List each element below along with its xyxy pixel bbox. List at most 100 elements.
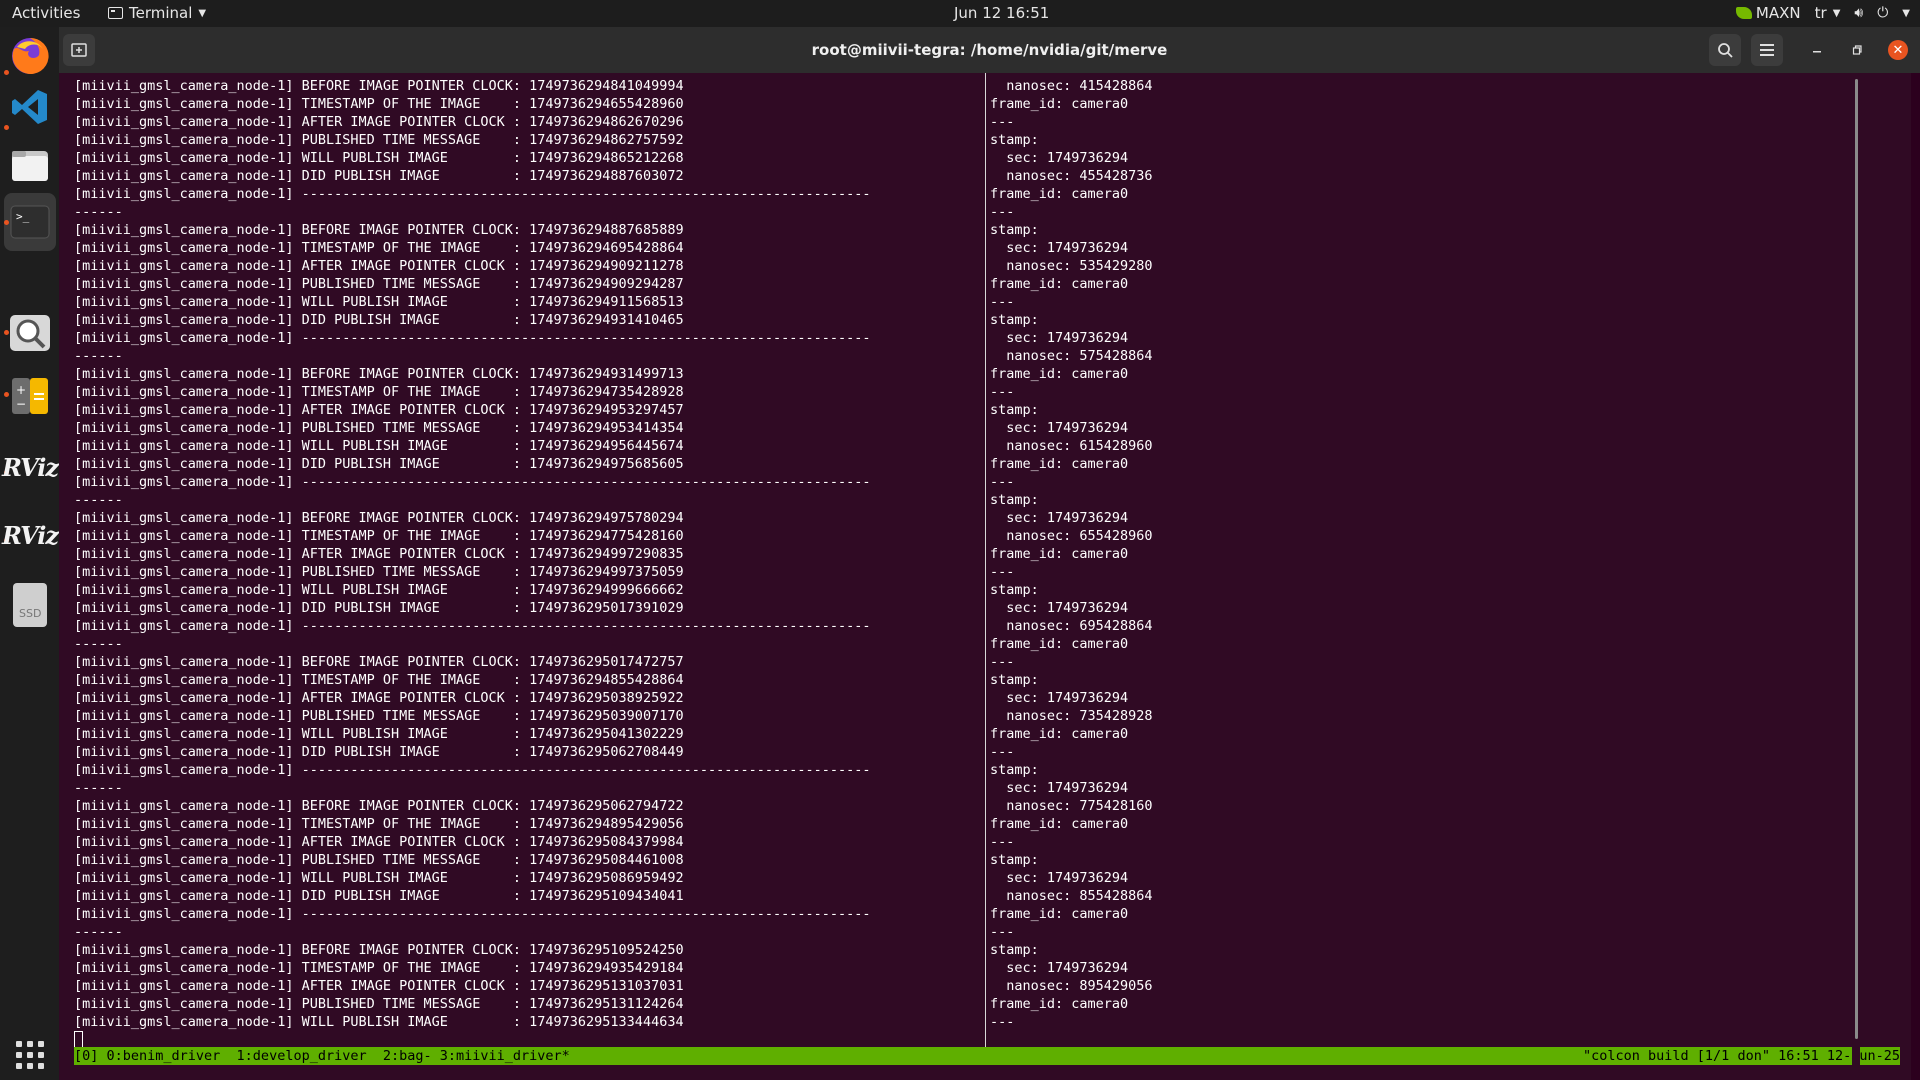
terminal-line: [miivii_gmsl_camera_node-1] PUBLISHED TI…	[74, 564, 684, 580]
terminal-line: ------	[74, 636, 123, 652]
nvidia-power-mode[interactable]: MAXN	[1735, 4, 1801, 22]
terminal-line: ---	[990, 654, 1015, 670]
terminal-line: [miivii_gmsl_camera_node-1] TIMESTAMP OF…	[74, 96, 684, 112]
terminal-line: [miivii_gmsl_camera_node-1] BEFORE IMAGE…	[74, 942, 684, 958]
terminal-line: stamp:	[990, 402, 1039, 418]
menu-button[interactable]	[1751, 34, 1783, 66]
power-icon[interactable]: ⏻	[1877, 5, 1888, 21]
terminal-line: [miivii_gmsl_camera_node-1] AFTER IMAGE …	[74, 546, 684, 562]
terminal-line: [miivii_gmsl_camera_node-1] DID PUBLISH …	[74, 312, 684, 328]
terminal-line: sec: 1749736294	[990, 870, 1129, 886]
restore-button[interactable]	[1841, 34, 1873, 66]
terminal-line: stamp:	[990, 312, 1039, 328]
terminal-line: nanosec: 895429056	[990, 978, 1153, 994]
power-mode-label: MAXN	[1755, 4, 1801, 22]
terminal-line: [miivii_gmsl_camera_node-1] PUBLISHED TI…	[74, 996, 684, 1012]
clock[interactable]: Jun 12 16:51	[954, 4, 1049, 22]
ssd-drive-icon[interactable]: SSD	[8, 583, 52, 627]
rviz-label: RViz	[1, 520, 59, 550]
vscode-icon[interactable]	[8, 85, 52, 129]
terminal-small-icon	[108, 7, 123, 19]
rviz-icon[interactable]: RViz	[2, 513, 59, 557]
magnifier-app-icon[interactable]	[8, 311, 52, 355]
terminal-line: [miivii_gmsl_camera_node-1] WILL PUBLISH…	[74, 582, 684, 598]
terminal-line: ---	[990, 834, 1015, 850]
terminal-line: ---	[990, 384, 1015, 400]
tmux-pane-left[interactable]: [miivii_gmsl_camera_node-1] BEFORE IMAGE…	[74, 77, 1042, 1047]
terminal-line: [miivii_gmsl_camera_node-1] TIMESTAMP OF…	[74, 240, 684, 256]
terminal-line: nanosec: 855428864	[990, 888, 1153, 904]
terminal-line: frame_id: camera0	[990, 186, 1129, 202]
terminal-line: sec: 1749736294	[990, 240, 1129, 256]
pane-divider[interactable]	[985, 73, 986, 1048]
svg-text:>_: >_	[16, 210, 30, 223]
scrollbar-thumb[interactable]	[1855, 79, 1858, 1039]
terminal-line: nanosec: 655428960	[990, 528, 1153, 544]
show-apps-icon[interactable]	[8, 1033, 52, 1077]
terminal-line: [miivii_gmsl_camera_node-1] BEFORE IMAGE…	[74, 366, 684, 382]
terminal-line: ------	[74, 780, 123, 796]
volume-icon[interactable]: 🔊︎	[1854, 5, 1863, 21]
terminal-line: [miivii_gmsl_camera_node-1] BEFORE IMAGE…	[74, 654, 684, 670]
terminal-line: [miivii_gmsl_camera_node-1] DID PUBLISH …	[74, 600, 684, 616]
scrollbar[interactable]	[1852, 73, 1860, 1080]
calculator-icon[interactable]: + −	[8, 374, 52, 418]
top-bar: Activities Terminal ▼ Jun 12 16:51 MAXN …	[0, 0, 1920, 27]
chevron-down-icon[interactable]: ▼	[1902, 8, 1910, 19]
tmux-pane-right[interactable]: nanosec: 415428864 frame_id: camera0 --- st…	[990, 77, 1790, 1047]
running-indicator	[4, 220, 9, 225]
rviz-icon[interactable]: RViz	[2, 445, 59, 489]
terminal-line: [miivii_gmsl_camera_node-1] WILL PUBLISH…	[74, 294, 684, 310]
terminal-line: nanosec: 735428928	[990, 708, 1153, 724]
terminal-line: [miivii_gmsl_camera_node-1] AFTER IMAGE …	[74, 834, 684, 850]
terminal-line: frame_id: camera0	[990, 366, 1129, 382]
app-menu-label: Terminal	[129, 4, 193, 22]
rviz-label: RViz	[1, 452, 59, 482]
terminal-line: [miivii_gmsl_camera_node-1] TIMESTAMP OF…	[74, 384, 684, 400]
terminal-line: [miivii_gmsl_camera_node-1] PUBLISHED TI…	[74, 132, 684, 148]
app-menu[interactable]: Terminal ▼	[108, 4, 206, 22]
terminal-line: sec: 1749736294	[990, 600, 1129, 616]
terminal-line: [miivii_gmsl_camera_node-1] AFTER IMAGE …	[74, 258, 684, 274]
close-button[interactable]: ✕	[1882, 34, 1914, 66]
terminal-line: ---	[990, 294, 1015, 310]
terminal-line: ---	[990, 1014, 1015, 1030]
dock: >_ + − RViz RViz SSD	[0, 27, 59, 1080]
terminal-line: stamp:	[990, 672, 1039, 688]
terminal-icon[interactable]: >_	[4, 193, 56, 251]
terminal-line: [miivii_gmsl_camera_node-1] ------------…	[74, 474, 871, 490]
terminal-line: ---	[990, 564, 1015, 580]
activities-button[interactable]: Activities	[12, 4, 80, 22]
terminal-line: [miivii_gmsl_camera_node-1] ------------…	[74, 906, 871, 922]
tmux-window-list[interactable]: [0] 0:benim_driver 1:develop_driver 2:ba…	[74, 1047, 570, 1065]
terminal-line: [miivii_gmsl_camera_node-1] WILL PUBLISH…	[74, 1014, 684, 1030]
files-icon[interactable]	[8, 143, 52, 187]
terminal-line: [miivii_gmsl_camera_node-1] WILL PUBLISH…	[74, 726, 684, 742]
terminal-line: stamp:	[990, 762, 1039, 778]
terminal-line: frame_id: camera0	[990, 906, 1129, 922]
terminal-line: stamp:	[990, 582, 1039, 598]
terminal-line: ------	[74, 924, 123, 940]
close-icon: ✕	[1888, 40, 1908, 60]
terminal-line: nanosec: 575428864	[990, 348, 1153, 364]
terminal-line: frame_id: camera0	[990, 636, 1129, 652]
firefox-icon[interactable]	[8, 34, 52, 78]
terminal-line: [miivii_gmsl_camera_node-1] TIMESTAMP OF…	[74, 672, 684, 688]
terminal-line: sec: 1749736294	[990, 510, 1129, 526]
chevron-down-icon: ▼	[198, 7, 207, 19]
terminal-area[interactable]: [miivii_gmsl_camera_node-1] BEFORE IMAGE…	[59, 73, 1911, 1080]
search-button[interactable]	[1709, 34, 1741, 66]
terminal-line: [miivii_gmsl_camera_node-1] AFTER IMAGE …	[74, 978, 684, 994]
terminal-line: [miivii_gmsl_camera_node-1] ------------…	[74, 762, 871, 778]
terminal-line: [miivii_gmsl_camera_node-1] TIMESTAMP OF…	[74, 960, 684, 976]
terminal-line: nanosec: 775428160	[990, 798, 1153, 814]
terminal-line: stamp:	[990, 222, 1039, 238]
terminal-line: nanosec: 455428736	[990, 168, 1153, 184]
minimize-button[interactable]	[1801, 34, 1833, 66]
system-tray: MAXN tr ▼ 🔊︎ ⏻ ▼	[1735, 4, 1910, 22]
keyboard-layout[interactable]: tr ▼	[1815, 4, 1841, 22]
terminal-line: ---	[990, 474, 1015, 490]
terminal-line: ------	[74, 348, 123, 364]
terminal-line: [miivii_gmsl_camera_node-1] TIMESTAMP OF…	[74, 816, 684, 832]
keyboard-layout-label: tr	[1814, 4, 1827, 22]
